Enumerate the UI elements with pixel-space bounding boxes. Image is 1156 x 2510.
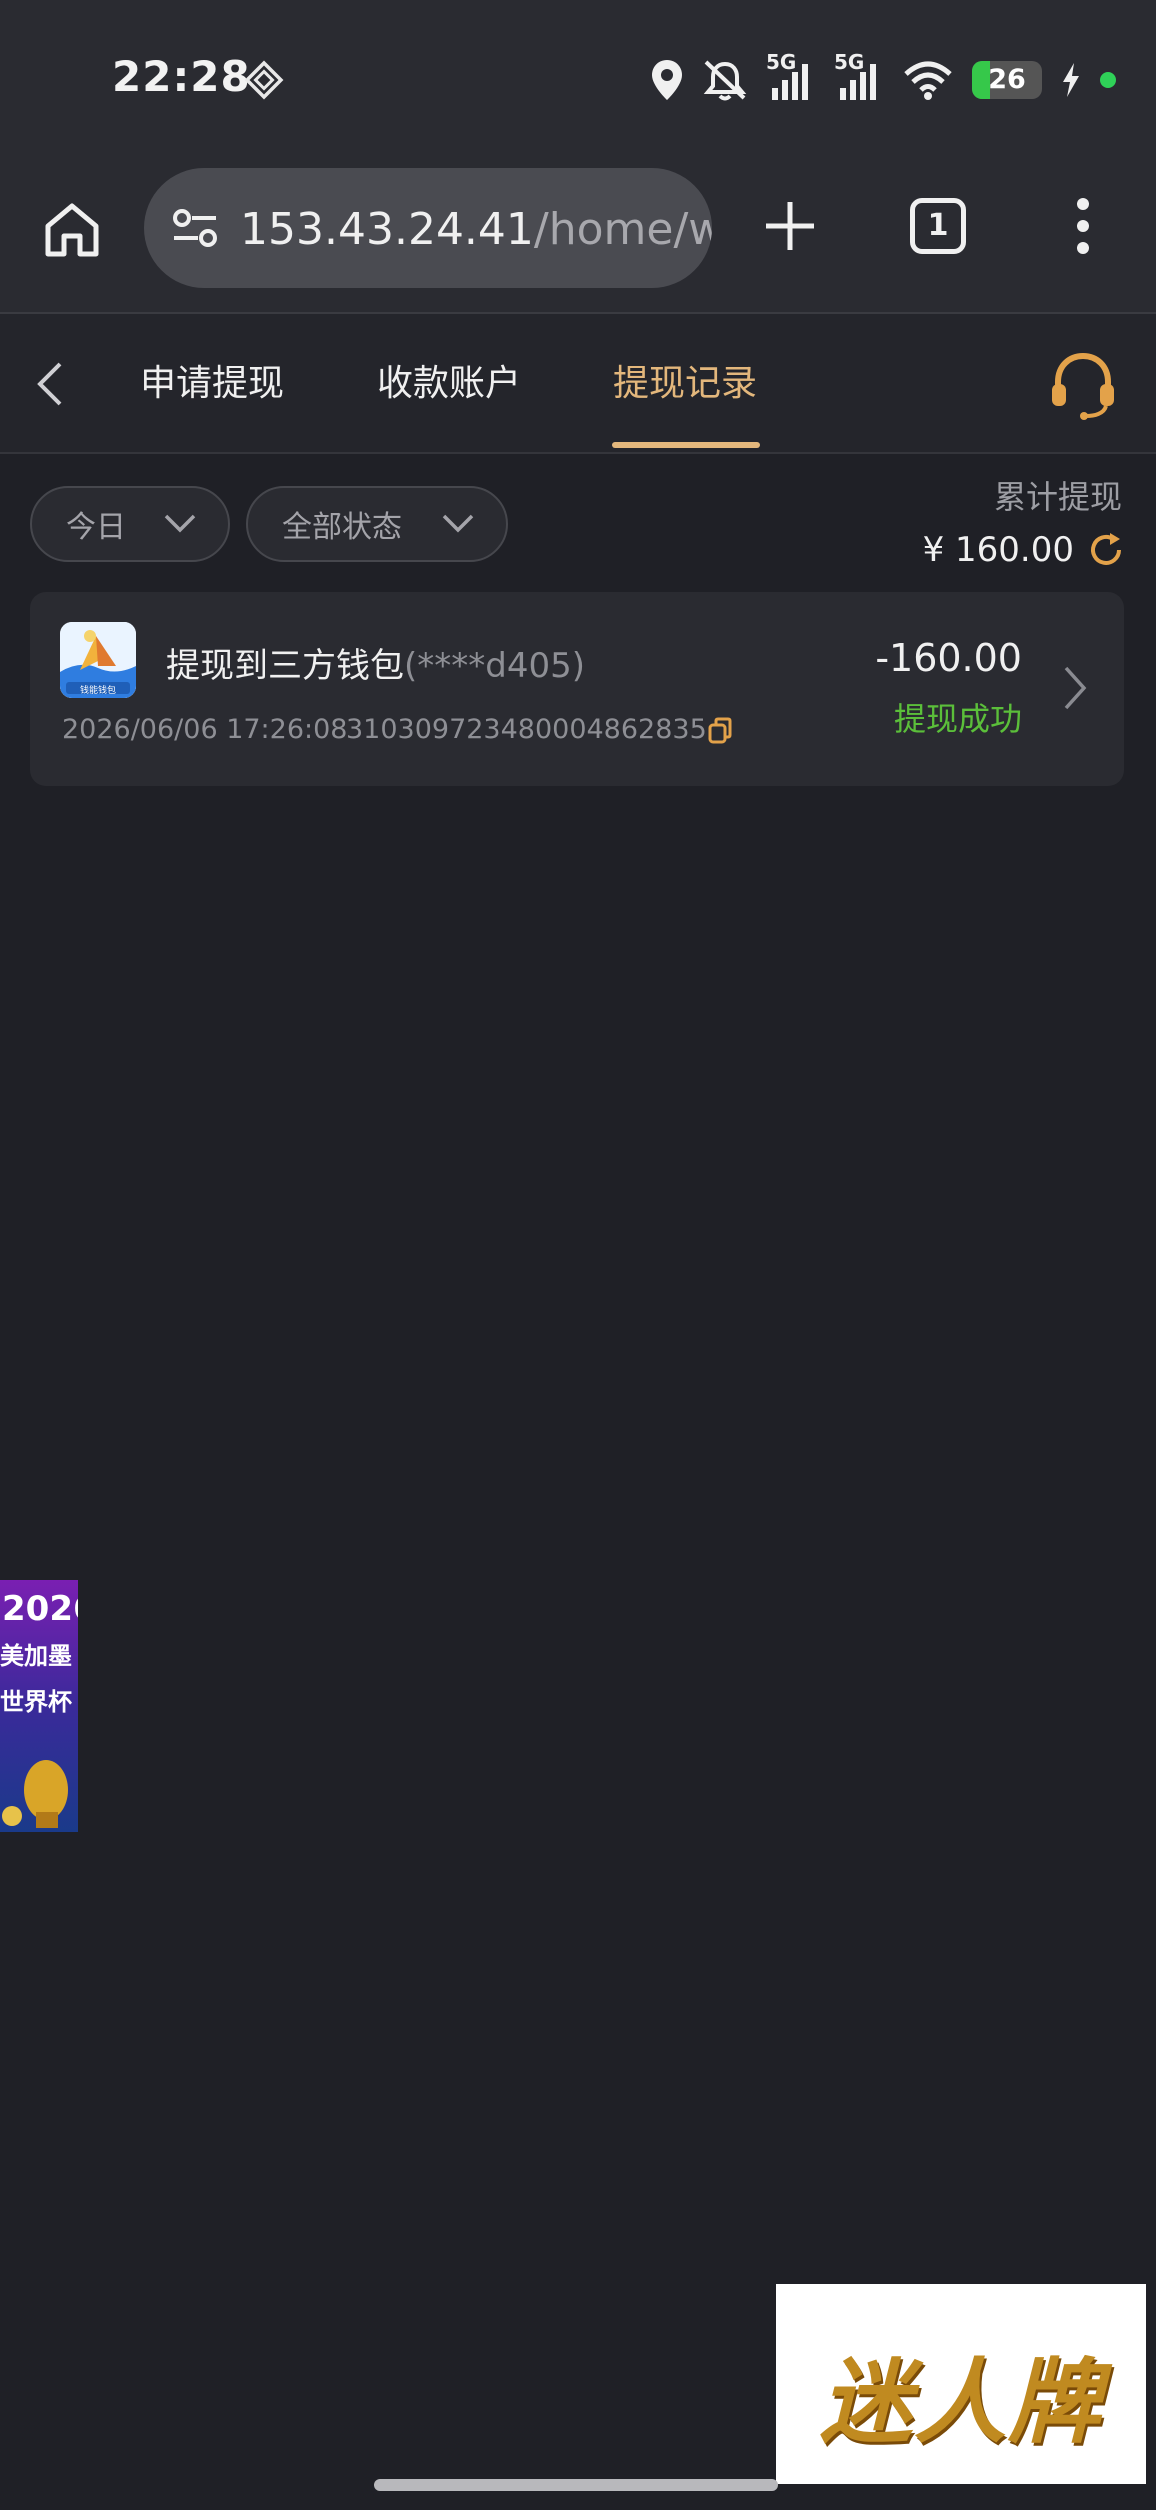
status-filter-dropdown[interactable]: 全部状态 [246, 486, 508, 562]
network-type-label: 5G [834, 50, 865, 74]
signal-5g-icon: 5G [766, 50, 816, 102]
total-withdraw: ¥ 160.00 [923, 530, 1126, 570]
url-path: /home/w [533, 204, 712, 255]
browser-toolbar: 153.43.24.41/home/w 1 [0, 160, 1156, 314]
record-status: 提现成功 [893, 700, 1022, 738]
mute-icon [702, 58, 748, 102]
url-text[interactable]: 153.43.24.41/home/w [240, 204, 712, 255]
side-banner-line: 美加墨 [0, 1642, 72, 1670]
record-datetime: 2026/06/06 17:26:08 [62, 714, 348, 745]
tab-switcher-button[interactable]: 1 [910, 198, 966, 254]
side-banner-line: 世界杯 [0, 1688, 72, 1716]
tab-receiving-account[interactable]: 收款账户 [377, 354, 521, 406]
status-bar: 22:28 5G 5G 26 [0, 0, 1156, 160]
url-host: 153.43.24.41 [240, 204, 534, 255]
status-icons: 5G 5G 26 [650, 50, 1116, 102]
total-withdraw-label: 累计提现 [993, 478, 1122, 516]
record-order-number: 3103097234800048628​35 [346, 714, 707, 745]
customer-service-icon[interactable] [1048, 350, 1118, 420]
nfc-icon [244, 60, 284, 100]
world-cup-side-banner[interactable]: 2026 美加墨 世界杯 [0, 1580, 78, 1832]
battery-icon: 26 [972, 61, 1042, 99]
chevron-down-icon [442, 514, 474, 533]
wallet-logo-text: 钱能钱包 [79, 686, 116, 696]
network-type-label: 5G [766, 50, 797, 74]
tab-apply-withdraw[interactable]: 申请提现 [140, 354, 284, 406]
more-menu-icon[interactable] [1068, 194, 1098, 258]
battery-level: 26 [988, 64, 1026, 95]
location-icon [650, 58, 684, 102]
address-bar[interactable]: 153.43.24.41/home/w [144, 168, 712, 288]
privacy-indicator-dot [1100, 72, 1116, 88]
status-time: 22:28 [112, 52, 251, 101]
wallet-logo: 钱能钱包 [60, 622, 136, 698]
record-account: (****d405) [404, 646, 586, 686]
withdraw-tabs: 申请提现 收款账户 提现记录 [0, 314, 1156, 454]
corner-ad-text: 迷人牌 [819, 2349, 1102, 2456]
chevron-right-icon[interactable] [1060, 662, 1090, 714]
wifi-icon [902, 58, 954, 102]
date-filter-dropdown[interactable]: 今日 [30, 486, 230, 562]
gesture-navigation-bar[interactable] [374, 2479, 778, 2491]
status-filter-label: 全部状态 [282, 510, 402, 545]
chevron-down-icon [164, 514, 196, 533]
copy-icon[interactable] [706, 716, 734, 746]
active-tab-indicator [612, 442, 760, 448]
back-arrow-icon[interactable] [28, 356, 72, 412]
home-icon[interactable] [40, 198, 104, 262]
record-title: 提现到三方钱包(****d405) [166, 638, 585, 687]
charging-icon [1060, 62, 1082, 98]
refresh-icon[interactable] [1086, 530, 1126, 570]
record-amount: -160.00 [875, 636, 1022, 680]
record-title-text: 提现到三方钱包 [166, 646, 404, 686]
total-withdraw-value: ¥ 160.00 [922, 530, 1074, 570]
tab-withdraw-records[interactable]: 提现记录 [613, 354, 757, 406]
withdraw-record-item[interactable]: 钱能钱包 提现到三方钱包(****d405) 2026/06/06 17:26:… [30, 592, 1124, 786]
new-tab-icon[interactable] [760, 196, 820, 256]
side-banner-line: 2026 [2, 1589, 78, 1629]
corner-ad-banner[interactable]: 迷人牌 [776, 2284, 1146, 2484]
signal-5g-icon: 5G [834, 50, 884, 102]
site-settings-icon[interactable] [170, 206, 220, 250]
date-filter-label: 今日 [66, 510, 126, 545]
